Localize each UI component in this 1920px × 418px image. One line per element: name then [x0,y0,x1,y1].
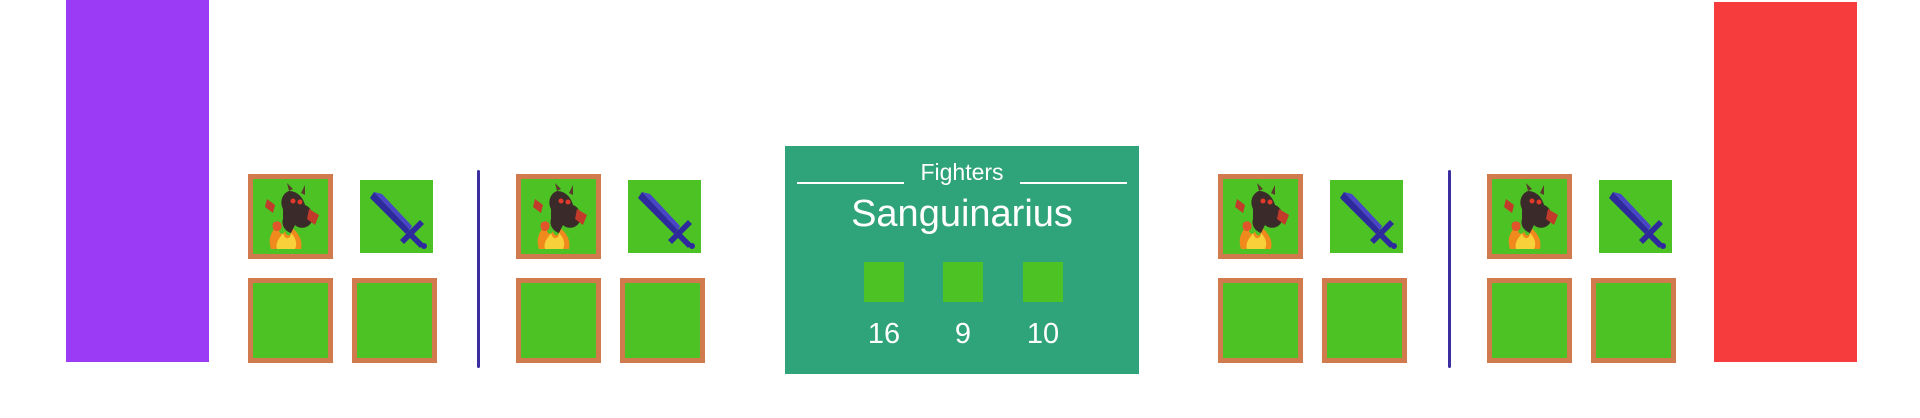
team-divider [1448,170,1451,368]
stat-swatch [1023,262,1063,302]
weapon-slot[interactable] [360,180,433,253]
panel-header: Fighters [797,158,1127,184]
empty-slot[interactable] [516,278,601,363]
team-slot-group-3 [1218,174,1448,364]
team-slot-group-1 [248,174,478,364]
team-slot-group-2 [516,174,746,364]
blue-sword-icon [628,180,701,253]
empty-slot[interactable] [1218,278,1303,363]
right-player-bar [1714,2,1857,362]
stat-value: 9 [954,318,972,350]
weapon-slot[interactable] [628,180,701,253]
fighters-panel: Fighters Sanguinarius 16 9 10 [785,146,1139,374]
left-player-bar [66,0,209,362]
empty-slot[interactable] [352,278,437,363]
stat-2: 9 [933,262,993,350]
stat-value: 10 [1026,318,1060,350]
empty-slot[interactable] [620,278,705,363]
fire-demon-icon [253,179,328,254]
weapon-slot[interactable] [1330,180,1403,253]
hero-slot[interactable] [516,174,601,259]
empty-slot[interactable] [1591,278,1676,363]
team-divider [477,170,480,368]
hero-slot[interactable] [1218,174,1303,259]
blue-sword-icon [360,180,433,253]
stat-swatch [864,262,904,302]
blue-sword-icon [1330,180,1403,253]
hero-slot[interactable] [248,174,333,259]
blue-sword-icon [1599,180,1672,253]
stat-1: 16 [854,262,914,350]
empty-slot[interactable] [1322,278,1407,363]
empty-slot[interactable] [1487,278,1572,363]
stat-value: 16 [867,318,901,350]
fire-demon-icon [1223,179,1298,254]
fighter-name: Sanguinarius [851,193,1073,235]
weapon-slot[interactable] [1599,180,1672,253]
panel-title: Fighters [920,159,1004,185]
hero-slot[interactable] [1487,174,1572,259]
team-slot-group-4 [1487,174,1717,364]
stat-3: 10 [1013,262,1073,350]
fire-demon-icon [1492,179,1567,254]
fire-demon-icon [521,179,596,254]
empty-slot[interactable] [248,278,333,363]
header-rule [1020,182,1127,184]
stat-swatch [943,262,983,302]
